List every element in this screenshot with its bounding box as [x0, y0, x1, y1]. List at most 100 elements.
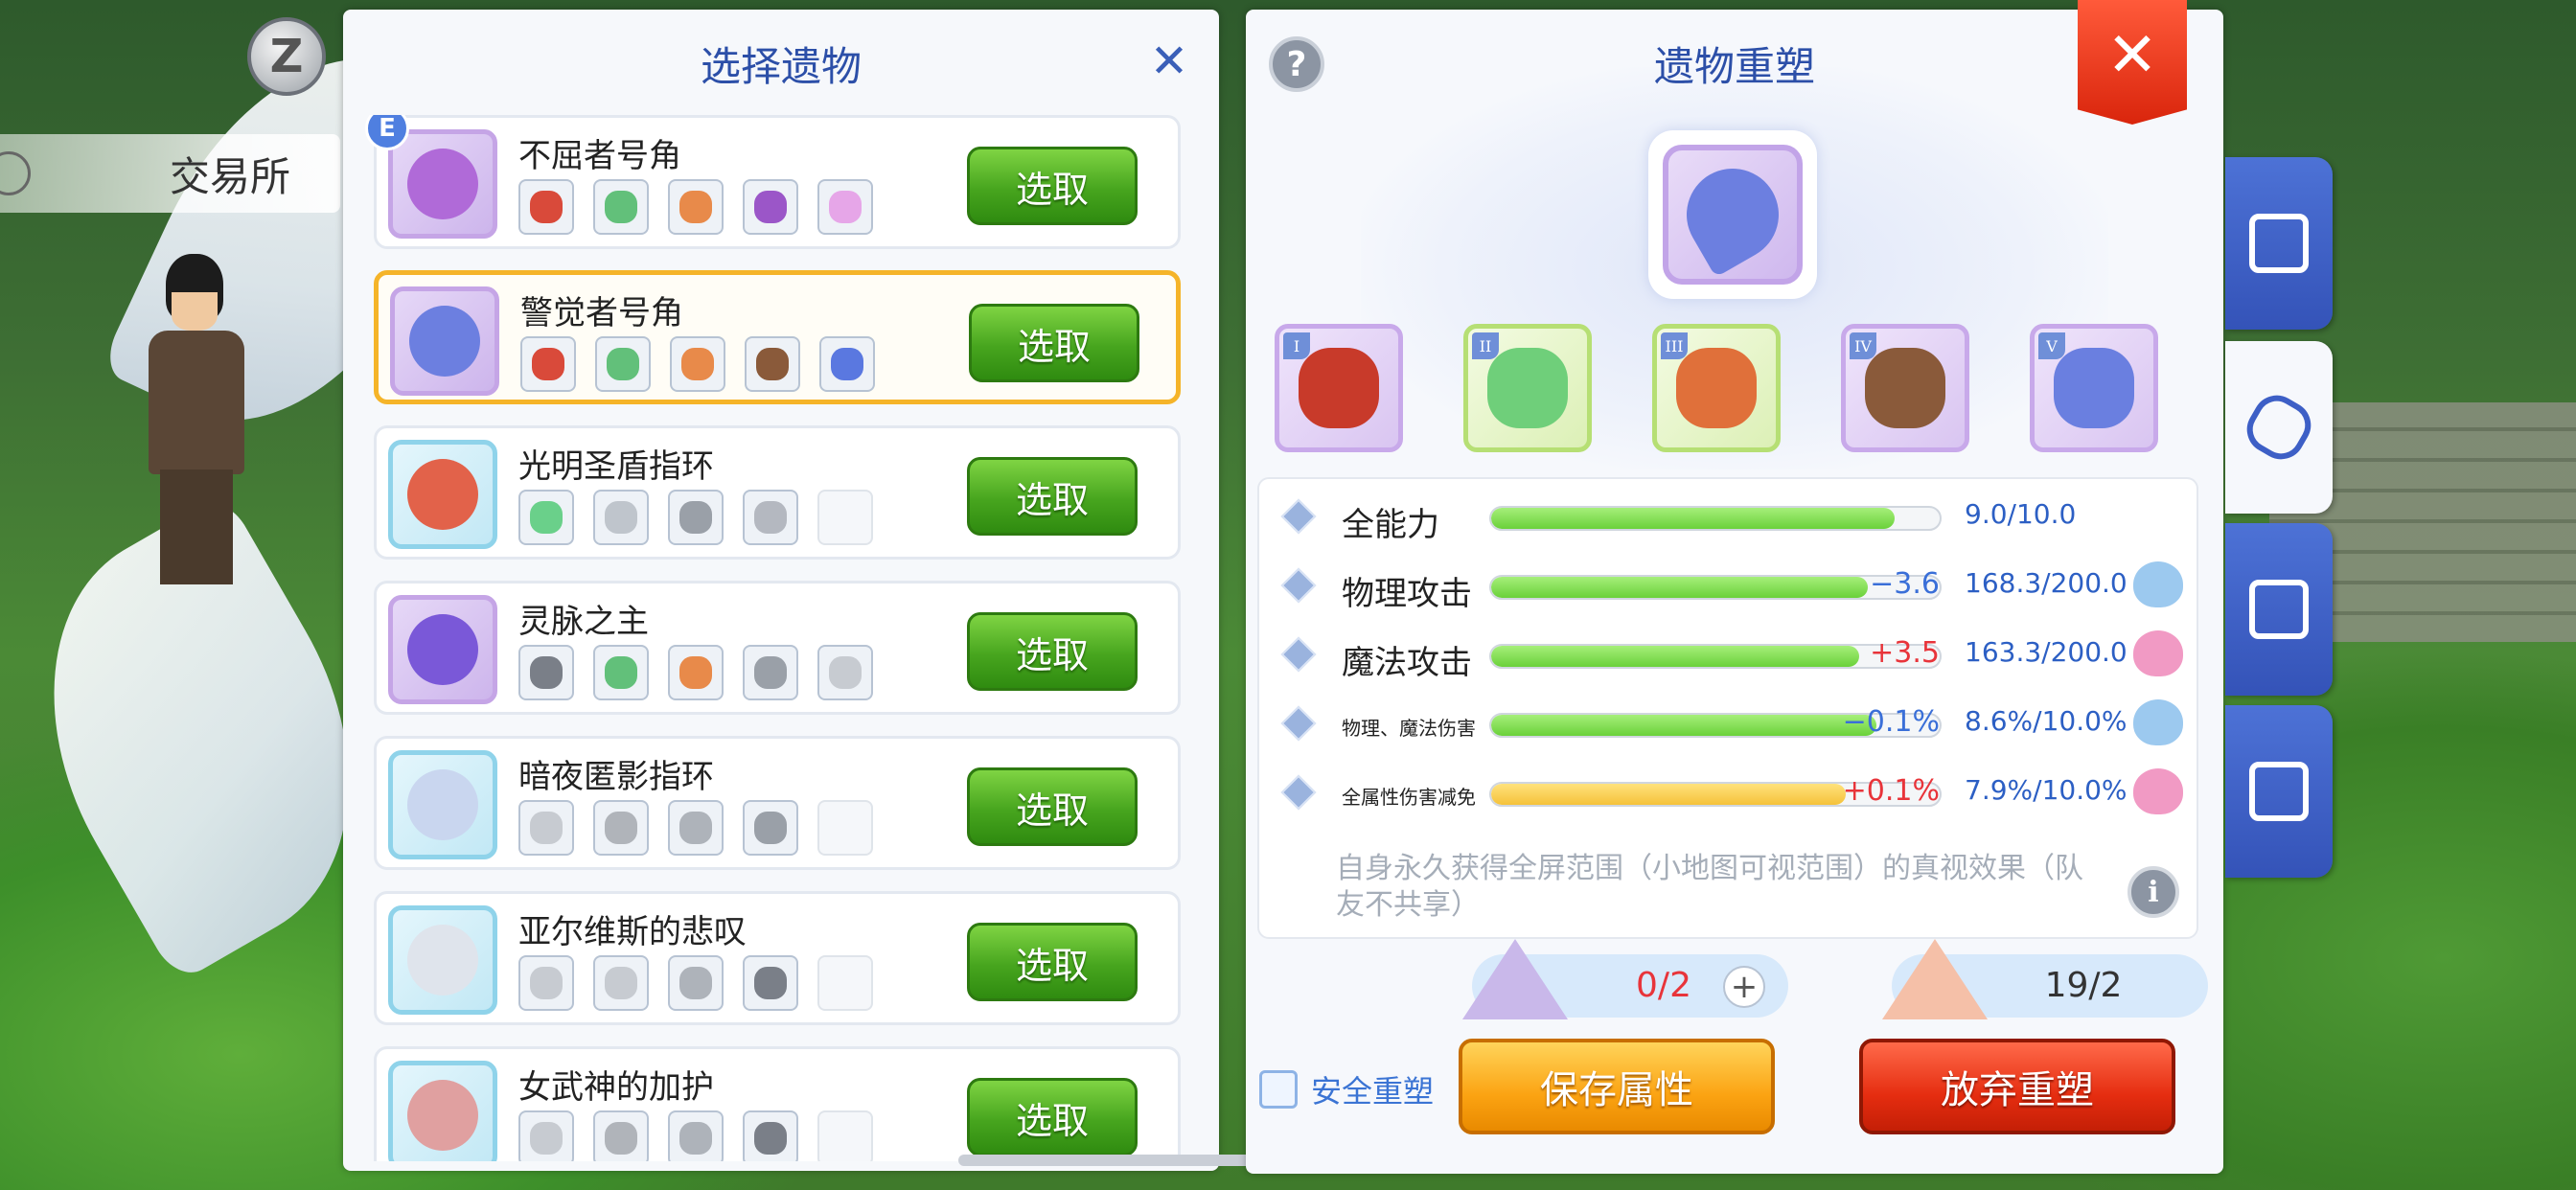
horn-icon — [1669, 151, 1796, 278]
part-icon — [532, 348, 564, 380]
part-icon — [754, 191, 787, 223]
stat-delta: +3.5 — [1870, 636, 1940, 670]
player-character[interactable] — [139, 254, 254, 599]
close-x-icon[interactable]: ✕ — [1146, 38, 1192, 84]
relic-row: 亚尔维斯的悲叹 选取 — [374, 891, 1181, 1025]
trade-house-button[interactable]: 交易所 — [0, 134, 340, 213]
part-slot — [668, 179, 724, 235]
stat-name: 物理攻击 — [1342, 575, 1472, 613]
select-button[interactable]: 选取 — [967, 1078, 1138, 1156]
empty-slot — [817, 800, 873, 856]
part-icon — [754, 812, 787, 844]
relic-row: 灵脉之主 选取 — [374, 581, 1181, 715]
part-slot — [670, 336, 725, 392]
add-material-button[interactable]: + — [1723, 966, 1765, 1008]
part-number-label: III — [1661, 332, 1688, 359]
part-slot — [518, 800, 574, 856]
part-number-label: IV — [1850, 332, 1876, 359]
relic-icon — [390, 286, 499, 396]
stat-name: 魔法攻击 — [1342, 644, 1472, 682]
side-tab[interactable] — [2225, 705, 2333, 878]
part-icon — [679, 656, 712, 689]
stat-delta: −3.6 — [1870, 567, 1940, 601]
z-badge-icon[interactable]: Z — [247, 17, 326, 96]
discard-reshape-button[interactable]: 放弃重塑 — [1859, 1039, 2175, 1134]
empty-slot — [817, 955, 873, 1011]
part-icon — [754, 967, 787, 999]
part-slot — [743, 179, 798, 235]
relic-part-slot[interactable]: I — [1275, 324, 1403, 452]
close-icon[interactable]: ✕ — [2078, 0, 2187, 125]
side-tab[interactable] — [2225, 157, 2333, 330]
stats-box: 全能力 9.0/10.0 物理攻击 −3.6 168.3/200.0 魔法攻击 +3.5 16… — [1257, 477, 2198, 939]
poring-down-icon — [2133, 699, 2183, 745]
relic-graphic-icon — [407, 459, 478, 530]
select-button[interactable]: 选取 — [967, 612, 1138, 691]
relic-name: 女武神的加护 — [518, 1068, 714, 1107]
relic-icon — [388, 440, 497, 549]
safe-reshape-toggle[interactable]: 安全重塑 — [1259, 1067, 1434, 1111]
relic-name: 光明圣盾指环 — [518, 447, 714, 486]
hexagon-cubes-icon — [2238, 386, 2320, 469]
part-icon — [2054, 348, 2134, 428]
part-number-label: I — [1283, 332, 1310, 359]
part-icon — [530, 1122, 563, 1155]
part-icon — [831, 348, 863, 380]
part-icon — [1676, 348, 1757, 428]
part-slots — [520, 336, 875, 394]
relic-list[interactable]: E 不屈者号角 选取 警觉者号角 选取 光明圣盾指环 选取 灵脉之主 选取 暗夜匿影指环 选取 亚尔维… — [364, 115, 1198, 1161]
part-icon — [679, 501, 712, 534]
part-icon — [1299, 348, 1379, 428]
relic-icon — [388, 129, 497, 239]
relic-part-slot[interactable]: II — [1463, 324, 1592, 452]
part-slot — [743, 1110, 798, 1161]
empty-slot — [817, 490, 873, 545]
part-slot — [743, 490, 798, 545]
part-slot — [817, 179, 873, 235]
safe-reshape-checkbox[interactable] — [1259, 1070, 1298, 1109]
relic-part-slot[interactable]: IV — [1841, 324, 1969, 452]
panel-title: 选择遗物 — [700, 43, 862, 90]
select-button[interactable]: 选取 — [967, 767, 1138, 846]
relic-part-slot[interactable]: V — [2030, 324, 2158, 452]
select-button[interactable]: 选取 — [969, 304, 1139, 382]
save-attributes-button[interactable]: 保存属性 — [1459, 1039, 1775, 1134]
part-slot — [518, 490, 574, 545]
info-icon[interactable]: i — [2128, 866, 2179, 918]
relic-reshape-panel: ? 遗物重塑 I II III IV V 全能力 9.0/10.0 物理攻击 −3.6 168.… — [1246, 10, 2223, 1174]
part-icon — [1865, 348, 1945, 428]
molecule-icon — [2249, 580, 2309, 639]
select-button[interactable]: 选取 — [967, 457, 1138, 536]
select-button[interactable]: 选取 — [967, 923, 1138, 1001]
panel-title: 遗物重塑 — [1653, 43, 1815, 90]
material-pile-icon — [1882, 939, 1988, 1019]
selected-relic-icon — [1648, 130, 1817, 299]
part-icon — [679, 191, 712, 223]
part-slot — [595, 336, 651, 392]
part-slot — [593, 800, 649, 856]
part-icon — [530, 191, 563, 223]
part-slot — [518, 955, 574, 1011]
part-slot — [668, 645, 724, 700]
part-icon — [829, 656, 862, 689]
part-icon — [756, 348, 789, 380]
empty-slot — [817, 1110, 873, 1161]
part-slot — [743, 645, 798, 700]
dice-icon — [2249, 762, 2309, 821]
part-icon — [754, 501, 787, 534]
relic-graphic-icon — [407, 769, 478, 840]
stat-row: 魔法攻击 +3.5 163.3/200.0 — [1259, 625, 2196, 682]
reshape-material-cost: 0/2 + — [1462, 939, 1788, 1019]
relic-name: 警觉者号角 — [520, 294, 683, 332]
relic-row: 光明圣盾指环 选取 — [374, 425, 1181, 560]
side-tab[interactable] — [2225, 523, 2333, 696]
relic-part-slot[interactable]: III — [1652, 324, 1781, 452]
part-slot — [593, 955, 649, 1011]
stat-name: 物理、魔法伤害 — [1342, 717, 1476, 740]
select-button[interactable]: 选取 — [967, 147, 1138, 225]
stat-value: 9.0/10.0 — [1965, 498, 2077, 530]
part-icon — [530, 656, 563, 689]
part-slot — [668, 955, 724, 1011]
part-slot — [518, 645, 574, 700]
side-tab[interactable] — [2225, 341, 2333, 514]
